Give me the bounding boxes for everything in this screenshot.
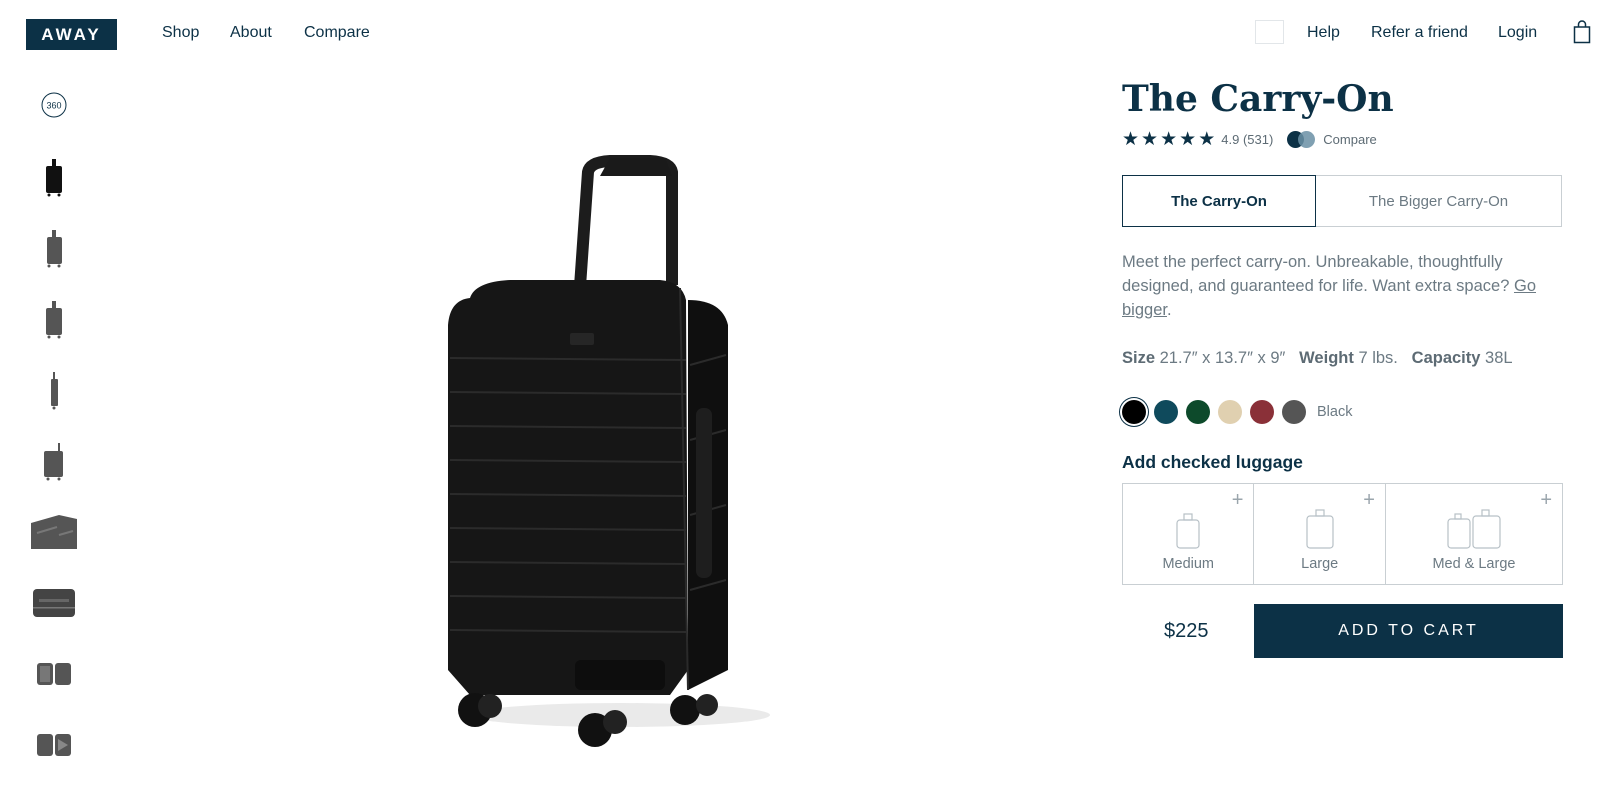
weight-value: 7 lbs.: [1358, 349, 1398, 367]
tab-bigger-carry-on[interactable]: The Bigger Carry-On: [1316, 175, 1562, 227]
size-value: 21.7″ x 13.7″ x 9″: [1159, 349, 1286, 367]
plus-icon: +: [1363, 489, 1375, 511]
nav-refer-a-friend[interactable]: Refer a friend: [1371, 24, 1468, 42]
checked-luggage-options: + Medium + Large + Med & Large: [1122, 483, 1563, 585]
nav-shop[interactable]: Shop: [162, 24, 199, 42]
compare-icon[interactable]: [1287, 130, 1317, 149]
star-icon: ★: [1179, 129, 1197, 150]
thumbnail-side-angle[interactable]: [27, 294, 81, 344]
review-count[interactable]: (531): [1243, 132, 1273, 147]
checked-option-label: Med & Large: [1432, 556, 1516, 572]
shopping-bag-icon[interactable]: [1573, 20, 1591, 49]
checked-option-label: Medium: [1162, 556, 1215, 572]
thumbnail-interior[interactable]: [27, 507, 81, 557]
product-hero-image: [430, 150, 790, 785]
star-icon: ★: [1141, 129, 1159, 150]
rating-row: ★ ★ ★ ★ ★ 4.9 (531) Compare: [1122, 130, 1377, 149]
thumbnail-side[interactable]: [27, 365, 81, 415]
star-icon: ★: [1198, 129, 1216, 150]
nav-help[interactable]: Help: [1307, 24, 1340, 42]
compare-link[interactable]: Compare: [1323, 132, 1376, 147]
checked-option-med-large[interactable]: + Med & Large: [1386, 484, 1562, 584]
swatch-navy[interactable]: [1154, 400, 1178, 424]
plus-icon: +: [1231, 489, 1244, 511]
plus-icon: +: [1540, 489, 1553, 511]
thumbnail-back[interactable]: [27, 436, 81, 486]
thumbnail-front[interactable]: [27, 152, 81, 202]
nav-login[interactable]: Login: [1498, 24, 1537, 42]
star-icon: ★: [1122, 129, 1140, 150]
product-specs: Size 21.7″ x 13.7″ x 9″ Weight 7 lbs. Ca…: [1122, 349, 1513, 368]
rotate-360-icon: 360: [41, 92, 67, 118]
thumbnail-open-packed[interactable]: [27, 720, 81, 770]
product-title: The Carry-On: [1122, 78, 1394, 120]
weight-label: Weight: [1299, 349, 1354, 367]
suitcase-large-icon: [1306, 509, 1334, 549]
swatch-sand[interactable]: [1218, 400, 1242, 424]
suitcase-medium-icon: [1176, 513, 1200, 549]
swatch-maroon[interactable]: [1250, 400, 1274, 424]
capacity-label: Capacity: [1411, 349, 1481, 367]
svg-text:360: 360: [46, 101, 61, 111]
add-to-cart-button[interactable]: ADD TO CART: [1254, 604, 1563, 658]
selected-color-label: Black: [1317, 404, 1353, 420]
star-icon: ★: [1160, 129, 1178, 150]
search-box[interactable]: [1255, 20, 1284, 44]
checked-option-label: Large: [1301, 556, 1339, 572]
checked-option-medium[interactable]: + Medium: [1123, 484, 1255, 584]
swatch-green[interactable]: [1186, 400, 1210, 424]
swatch-grey[interactable]: [1282, 400, 1306, 424]
description-text: Meet the perfect carry-on. Unbreakable, …: [1122, 253, 1510, 295]
away-logo[interactable]: AWAY: [26, 19, 117, 50]
product-price: $225: [1164, 620, 1209, 642]
suitcase-pair-icon: [1447, 509, 1501, 549]
description-end: .: [1166, 301, 1172, 319]
capacity-value: 38L: [1485, 349, 1513, 367]
checked-option-large[interactable]: + Large: [1254, 484, 1386, 584]
nav-compare[interactable]: Compare: [304, 24, 370, 42]
tab-carry-on[interactable]: The Carry-On: [1122, 175, 1316, 227]
rating-value: 4.9: [1221, 132, 1240, 147]
product-description: Meet the perfect carry-on. Unbreakable, …: [1122, 250, 1562, 322]
color-swatches: Black: [1122, 400, 1352, 424]
thumbnail-360[interactable]: 360: [27, 80, 81, 130]
thumbnail-open[interactable]: [27, 649, 81, 699]
thumbnail-top[interactable]: [27, 578, 81, 628]
rating-stars[interactable]: ★ ★ ★ ★ ★: [1122, 130, 1215, 149]
nav-about[interactable]: About: [230, 24, 272, 42]
size-tabs: The Carry-On The Bigger Carry-On: [1122, 175, 1562, 227]
add-checked-heading: Add checked luggage: [1122, 452, 1303, 472]
size-label: Size: [1122, 349, 1156, 367]
thumbnail-angle[interactable]: [27, 223, 81, 273]
swatch-black[interactable]: [1122, 400, 1146, 424]
